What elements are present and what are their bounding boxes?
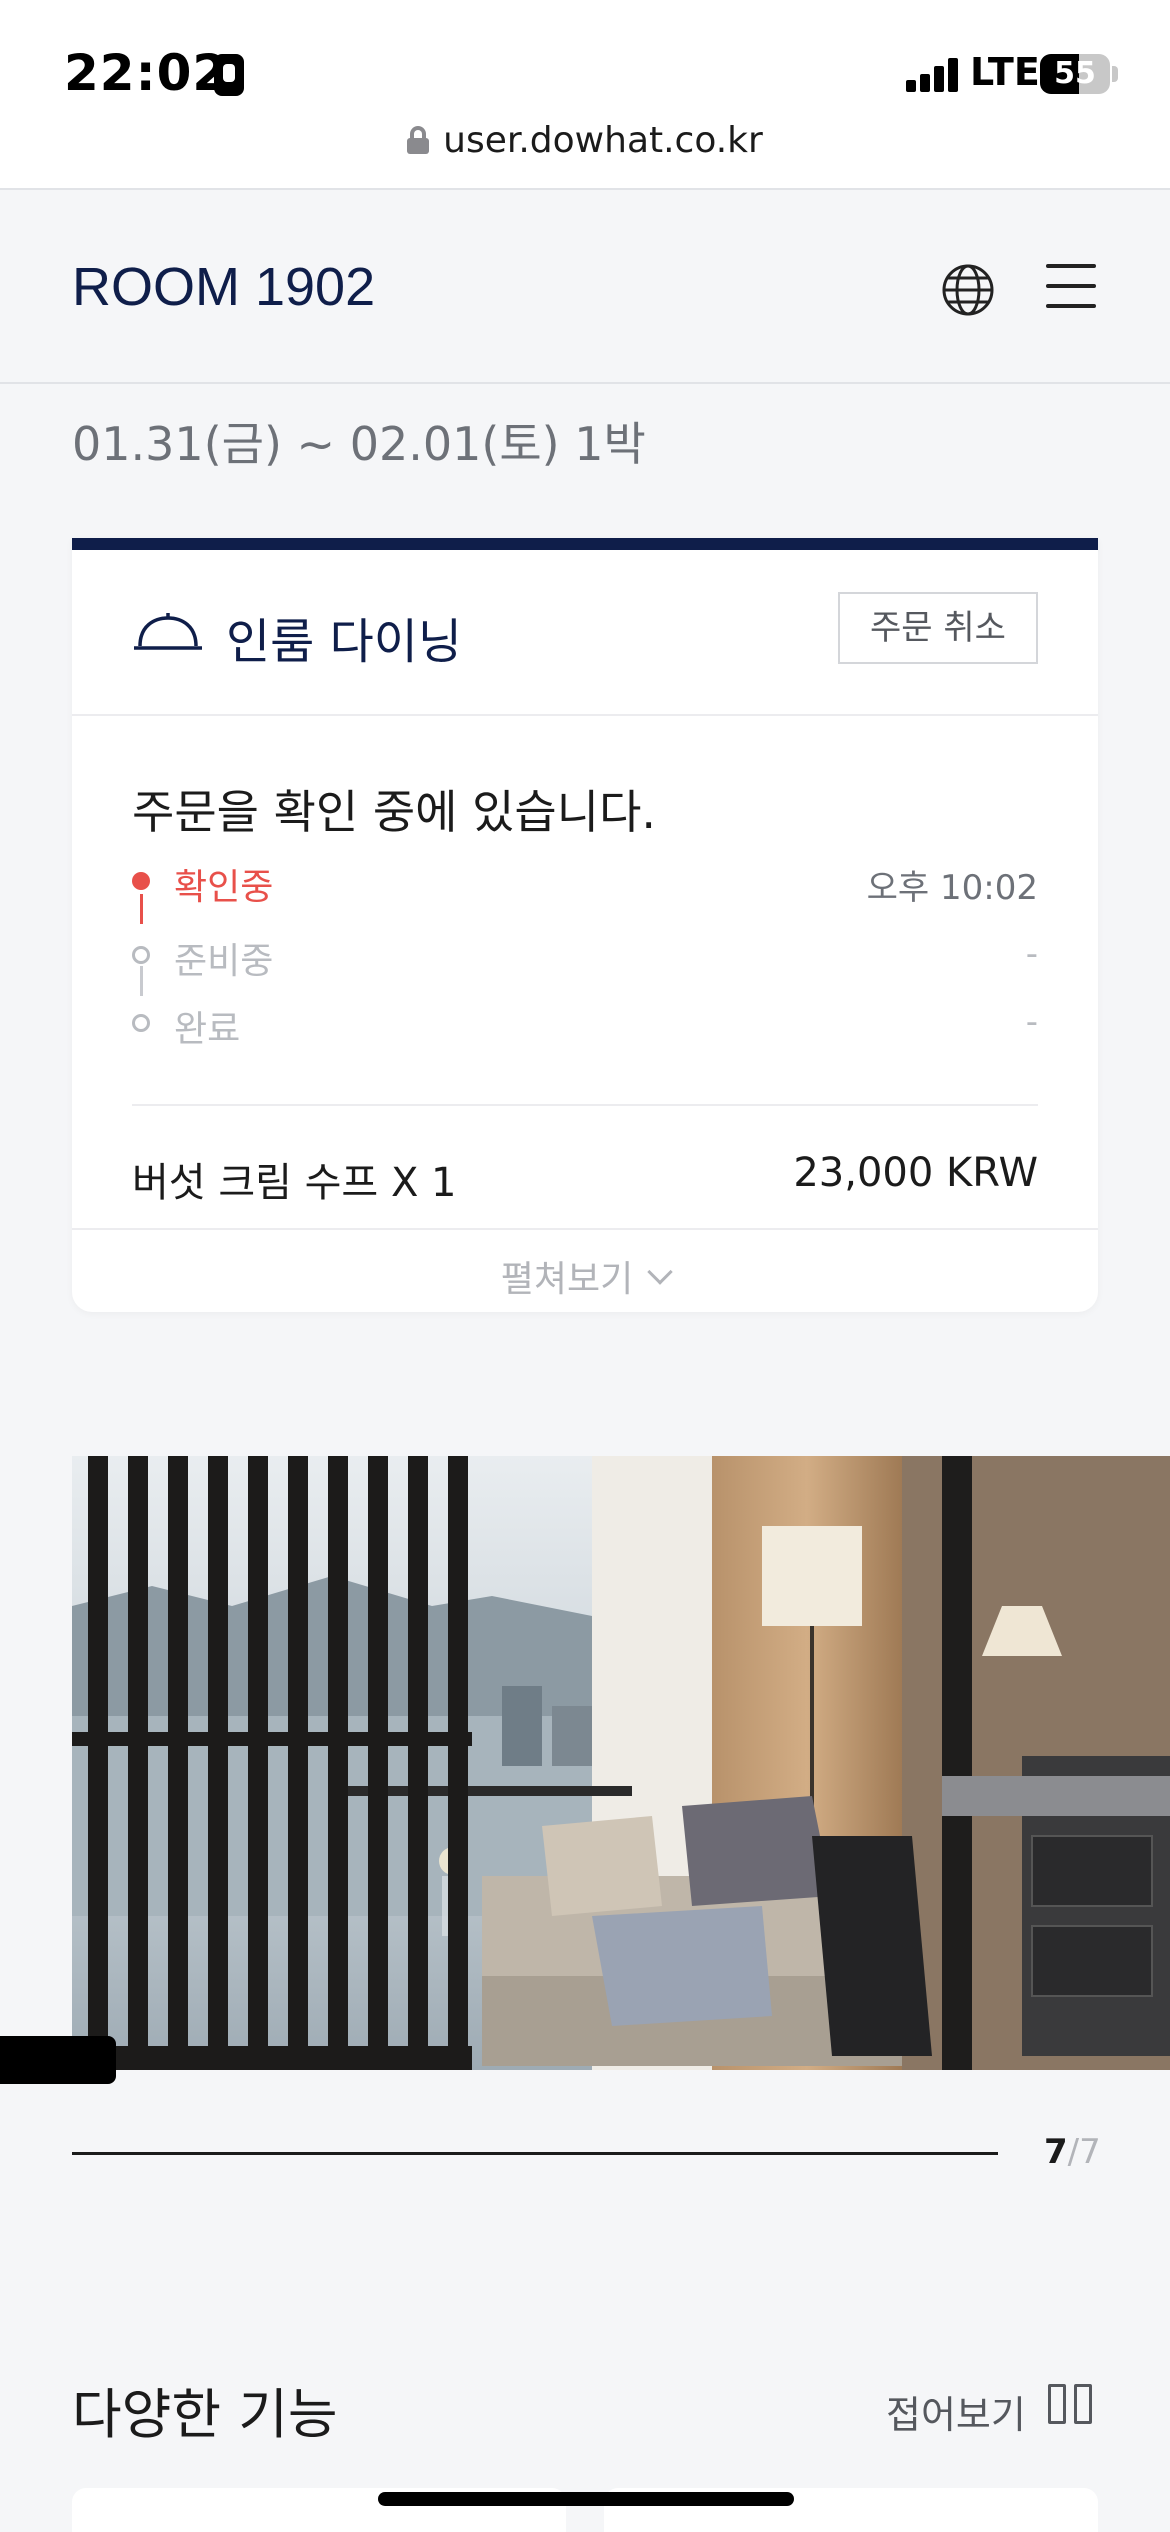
- step-label: 완료: [174, 1009, 241, 1050]
- status-time: 22:02: [64, 44, 229, 102]
- progress-step-complete: 완료 -: [132, 998, 1038, 1050]
- app-header: ROOM 1902: [0, 192, 1170, 384]
- page-title: ROOM 1902: [72, 257, 376, 317]
- progress-step-confirming: 확인중 오후 10:02: [132, 856, 1038, 908]
- cellular-signal-icon: [906, 58, 960, 92]
- step-dot-inactive: [132, 1014, 150, 1032]
- step-label: 확인중: [174, 867, 274, 908]
- progress-step-preparing: 준비중 -: [132, 930, 1038, 982]
- order-progress: 확인중 오후 10:02 준비중 - 완료 -: [132, 856, 1038, 1050]
- expand-button[interactable]: 펼쳐보기: [72, 1228, 1098, 1324]
- features-section-title: 다양한 기능: [72, 2383, 338, 2446]
- order-card-title: 인룸 다이닝: [226, 614, 463, 670]
- network-type: LTE: [970, 50, 1040, 94]
- expand-label: 펼쳐보기: [500, 1259, 634, 1300]
- stay-dates: 01.31(금) ~ 02.01(토) 1박: [72, 417, 646, 471]
- page-url: user.dowhat.co.kr: [443, 120, 763, 161]
- order-status-message: 주문을 확인 중에 있습니다.: [132, 785, 657, 839]
- order-card-header: 인룸 다이닝 주문 취소: [72, 550, 1098, 716]
- home-indicator[interactable]: [378, 2492, 794, 2506]
- item-price: 23,000 KRW: [793, 1150, 1038, 1196]
- step-dot-inactive: [132, 946, 150, 964]
- floating-side-tab[interactable]: [0, 2036, 116, 2084]
- step-time: 오후 10:02: [866, 868, 1038, 908]
- contact-badge-icon: [214, 54, 244, 96]
- divider: [132, 1104, 1038, 1106]
- carousel-progress-bar: [72, 2152, 998, 2155]
- item-name: 버섯 크림 수프 X 1: [132, 1160, 457, 1206]
- lock-icon: [407, 126, 430, 154]
- collapse-toggle[interactable]: 접어보기: [886, 2384, 1026, 2439]
- globe-icon: [942, 264, 994, 316]
- carousel-current-index: 7: [1044, 2132, 1068, 2172]
- step-time: -: [1025, 1002, 1038, 1042]
- order-card: 인룸 다이닝 주문 취소 주문을 확인 중에 있습니다. 확인중 오후 10:0…: [72, 538, 1098, 1312]
- battery-percent: 55: [1054, 56, 1096, 91]
- order-line-item: 버섯 크림 수프 X 1 23,000 KRW: [132, 1150, 1038, 1210]
- grid-view-icon[interactable]: [1048, 2384, 1094, 2424]
- step-time: -: [1025, 934, 1038, 974]
- chevron-down-icon: [647, 1259, 673, 1285]
- browser-status-bar: 22:02 LTE 55 user.dowhat.co.kr: [0, 0, 1170, 190]
- hamburger-menu-icon[interactable]: [1046, 264, 1100, 308]
- step-label: 준비중: [174, 941, 274, 982]
- room-service-cloche-icon: [134, 613, 202, 650]
- address-bar[interactable]: user.dowhat.co.kr: [0, 120, 1170, 161]
- language-button[interactable]: [940, 262, 996, 318]
- room-photo-carousel[interactable]: [72, 1456, 1170, 2070]
- room-photo: [72, 1456, 1170, 2070]
- battery-cap: [1112, 66, 1118, 82]
- carousel-counter: 7/7: [1044, 2132, 1101, 2172]
- carousel-total: /7: [1067, 2132, 1101, 2172]
- cancel-order-button[interactable]: 주문 취소: [838, 592, 1038, 664]
- step-dot-active: [132, 872, 150, 890]
- battery-icon: 55: [1040, 54, 1110, 94]
